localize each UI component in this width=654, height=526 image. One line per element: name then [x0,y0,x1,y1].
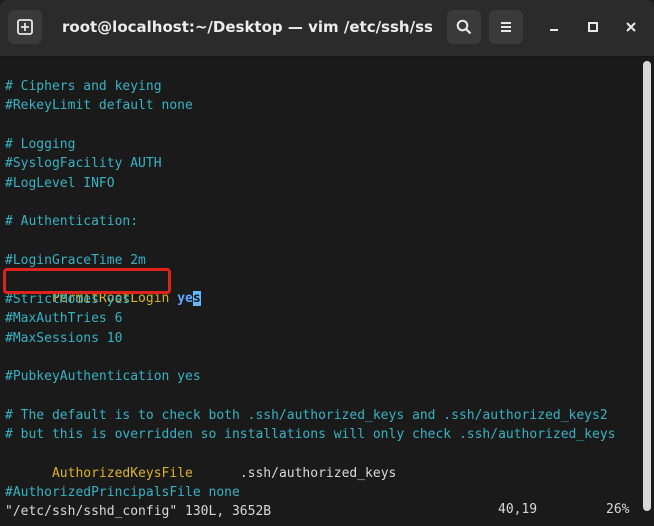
editor-line: #MaxAuthTries 6 [5,311,123,326]
editor-line: #MaxSessions 10 [5,331,123,346]
editor-line: # but this is overridden so installation… [5,427,616,442]
scrollbar-thumb[interactable] [643,61,651,511]
new-tab-button[interactable] [8,10,42,44]
new-tab-icon [17,19,33,35]
editor-line: # Logging [5,137,76,152]
authorized-keys-file-value: .ssh/authorized_keys [192,466,397,481]
authorized-keys-file-line: AuthorizedKeysFile .ssh/authorized_keys [5,445,396,481]
search-icon [456,19,472,35]
vim-status-line: "/etc/ssh/sshd_config" 130L, 3652B [5,504,272,519]
maximize-icon [588,22,598,32]
maximize-button[interactable] [582,16,604,38]
editor-line: #RekeyLimit default none [5,98,193,113]
editor-line: # The default is to check both .ssh/auth… [5,408,608,423]
search-button[interactable] [447,10,481,44]
editor-line: #AuthorizedPrincipalsFile none [5,485,240,500]
editor-line: # Authentication: [5,214,139,229]
authorized-keys-file-key: AuthorizedKeysFile [51,466,193,481]
close-button[interactable] [620,16,642,38]
text-cursor: s [192,291,201,306]
header-bar: root@localhost:~/Desktop — vim /etc/ssh/… [0,0,654,57]
permit-root-login-value: ye [177,291,193,306]
highlight-annotation-box [3,268,171,294]
menu-icon [501,22,511,32]
editor-line: # Ciphers and keying [5,79,162,94]
scroll-percent: 26% [606,502,630,517]
editor-line: #PubkeyAuthentication yes [5,369,201,384]
editor-line: #LogLevel INFO [5,176,115,191]
minimize-button[interactable] [543,16,565,38]
close-icon [626,22,636,32]
menu-button[interactable] [489,10,523,44]
editor-line: #SyslogFacility AUTH [5,156,162,171]
minimize-icon [550,29,558,31]
window-title: root@localhost:~/Desktop — vim /etc/ssh/… [62,18,432,36]
cursor-position: 40,19 [498,502,538,517]
terminal-window: root@localhost:~/Desktop — vim /etc/ssh/… [0,0,654,526]
